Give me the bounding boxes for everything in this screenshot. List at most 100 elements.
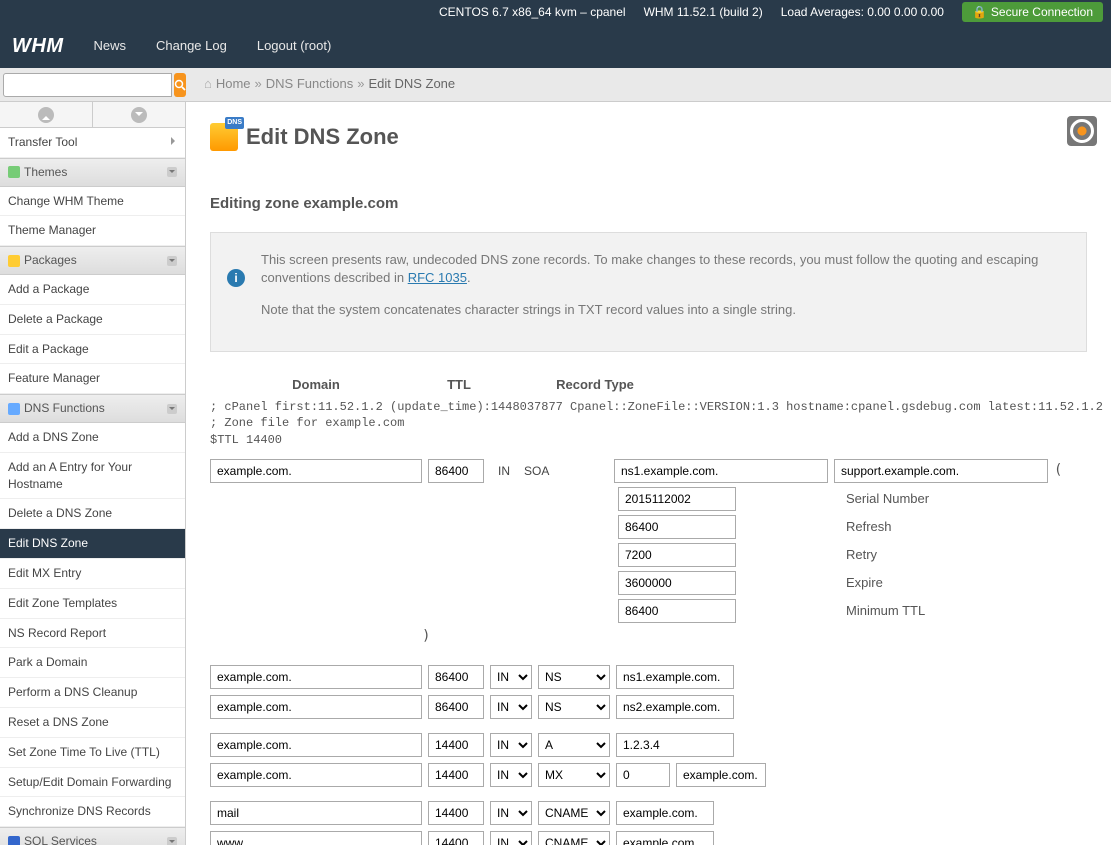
sidebar-item[interactable]: Change WHM Theme — [0, 187, 185, 217]
record-domain-input[interactable] — [210, 831, 422, 845]
home-icon[interactable]: ⌂ — [204, 75, 212, 93]
sidebar-item[interactable]: Add a Package — [0, 275, 185, 305]
status-load: Load Averages: 0.00 0.00 0.00 — [781, 4, 944, 21]
category-icon — [8, 403, 20, 415]
nav-logout[interactable]: Logout (root) — [257, 37, 331, 55]
sidebar-item[interactable]: Synchronize DNS Records — [0, 797, 185, 827]
help-button[interactable] — [1067, 116, 1097, 146]
record-ttl-input[interactable] — [428, 801, 484, 825]
col-ttl: TTL — [428, 376, 490, 394]
collapse-down-button[interactable] — [93, 102, 185, 127]
sidebar-category[interactable]: Packages — [0, 246, 185, 275]
whm-logo[interactable]: WHM — [12, 32, 63, 60]
soa-ns-input[interactable] — [614, 459, 828, 483]
record-class-select[interactable]: IN — [490, 801, 532, 825]
soa-row: IN SOA ( — [210, 459, 1087, 483]
record-ttl-input[interactable] — [428, 665, 484, 689]
sidebar-item[interactable]: Set Zone Time To Live (TTL) — [0, 738, 185, 768]
sidebar-item[interactable]: Edit a Package — [0, 335, 185, 365]
record-domain-input[interactable] — [210, 695, 422, 719]
status-bar: CENTOS 6.7 x86_64 kvm – cpanel WHM 11.52… — [0, 0, 1111, 24]
rfc-link[interactable]: RFC 1035 — [408, 270, 467, 285]
soa-domain-input[interactable] — [210, 459, 422, 483]
lock-icon: 🔒 — [972, 4, 987, 21]
record-type-select[interactable]: MX — [538, 763, 610, 787]
dns-record-row: INMX — [210, 763, 1087, 787]
record-domain-input[interactable] — [210, 801, 422, 825]
soa-expire-input[interactable] — [618, 571, 736, 595]
sidebar-category[interactable]: Themes — [0, 158, 185, 187]
record-ttl-input[interactable] — [428, 695, 484, 719]
soa-ttl-input[interactable] — [428, 459, 484, 483]
soa-email-input[interactable] — [834, 459, 1048, 483]
record-domain-input[interactable] — [210, 733, 422, 757]
sidebar-item[interactable]: Delete a DNS Zone — [0, 499, 185, 529]
record-type-select[interactable]: NS — [538, 665, 610, 689]
sidebar-item[interactable]: Edit DNS Zone — [0, 529, 185, 559]
record-value-input[interactable] — [616, 665, 734, 689]
record-ttl-input[interactable] — [428, 733, 484, 757]
nav-changelog[interactable]: Change Log — [156, 37, 227, 55]
col-record: Record Type — [540, 376, 650, 394]
record-type-select[interactable]: NS — [538, 695, 610, 719]
record-type-select[interactable]: CNAME — [538, 831, 610, 845]
chevron-down-icon — [167, 837, 177, 845]
crumb-home[interactable]: Home — [216, 75, 251, 93]
soa-refresh-input[interactable] — [618, 515, 736, 539]
soa-minttl-input[interactable] — [618, 599, 736, 623]
search-input[interactable] — [3, 73, 172, 97]
record-class-select[interactable]: IN — [490, 831, 532, 845]
zone-raw-header: ; cPanel first:11.52.1.2 (update_time):1… — [210, 399, 1087, 449]
sidebar-category[interactable]: DNS Functions — [0, 394, 185, 423]
record-mx-priority-input[interactable] — [616, 763, 670, 787]
record-domain-input[interactable] — [210, 665, 422, 689]
record-value-input[interactable] — [616, 695, 734, 719]
chevron-down-icon — [167, 167, 177, 177]
sidebar-item[interactable]: Delete a Package — [0, 305, 185, 335]
sidebar-item[interactable]: Park a Domain — [0, 648, 185, 678]
search-button[interactable] — [174, 73, 186, 97]
chevron-down-icon — [167, 404, 177, 414]
soa-retry-label: Retry — [846, 546, 877, 564]
record-ttl-input[interactable] — [428, 831, 484, 845]
record-value-input[interactable] — [616, 733, 734, 757]
crumb-dns[interactable]: DNS Functions — [266, 75, 353, 93]
sidebar-item[interactable]: Perform a DNS Cleanup — [0, 678, 185, 708]
nav-news[interactable]: News — [93, 37, 126, 55]
soa-type: SOA — [524, 463, 552, 480]
record-ttl-input[interactable] — [428, 763, 484, 787]
sidebar-item[interactable]: Transfer Tool — [0, 128, 185, 158]
record-value-input[interactable] — [616, 831, 714, 845]
sidebar-item[interactable]: Add a DNS Zone — [0, 423, 185, 453]
soa-refresh-label: Refresh — [846, 518, 892, 536]
soa-retry-input[interactable] — [618, 543, 736, 567]
sidebar-item[interactable]: Theme Manager — [0, 216, 185, 246]
dns-record-row: INNS — [210, 695, 1087, 719]
sidebar-item[interactable]: Edit MX Entry — [0, 559, 185, 589]
sidebar-item[interactable]: Feature Manager — [0, 364, 185, 394]
record-domain-input[interactable] — [210, 763, 422, 787]
info-icon: i — [227, 269, 245, 287]
sidebar-item[interactable]: Edit Zone Templates — [0, 589, 185, 619]
category-icon — [8, 836, 20, 845]
sidebar-item[interactable]: Setup/Edit Domain Forwarding — [0, 768, 185, 798]
soa-serial-input[interactable] — [618, 487, 736, 511]
record-value-input[interactable] — [676, 763, 766, 787]
main-content: Edit DNS Zone Editing zone example.com i… — [186, 102, 1111, 845]
collapse-up-button[interactable] — [0, 102, 93, 127]
record-value-input[interactable] — [616, 801, 714, 825]
record-type-select[interactable]: CNAME — [538, 801, 610, 825]
sidebar-item[interactable]: Add an A Entry for Your Hostname — [0, 453, 185, 500]
page-subtitle: Editing zone example.com — [210, 193, 1087, 214]
sidebar-item[interactable]: Reset a DNS Zone — [0, 708, 185, 738]
dns-record-row: INA — [210, 733, 1087, 757]
record-class-select[interactable]: IN — [490, 733, 532, 757]
chevron-up-icon — [38, 107, 54, 123]
col-domain: Domain — [210, 376, 422, 394]
sidebar-category[interactable]: SQL Services — [0, 827, 185, 845]
record-class-select[interactable]: IN — [490, 665, 532, 689]
sidebar-item[interactable]: NS Record Report — [0, 619, 185, 649]
record-class-select[interactable]: IN — [490, 763, 532, 787]
record-class-select[interactable]: IN — [490, 695, 532, 719]
record-type-select[interactable]: A — [538, 733, 610, 757]
